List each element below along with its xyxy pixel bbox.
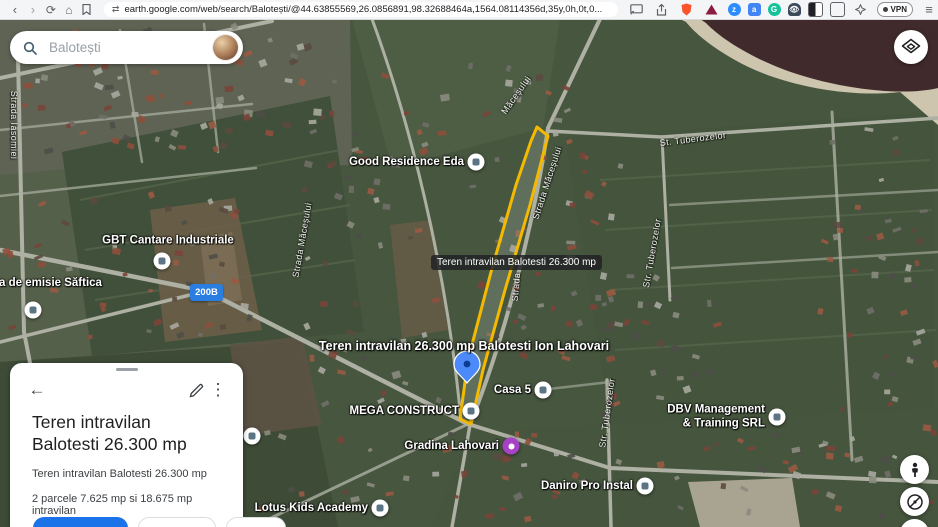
- search-icon: [23, 41, 37, 55]
- earth-search-bar[interactable]: [10, 31, 243, 64]
- site-info-icon[interactable]: ⇄: [112, 4, 120, 15]
- home-icon[interactable]: ⌂: [60, 2, 78, 17]
- translate-extension-icon[interactable]: a: [747, 3, 761, 16]
- forward-icon[interactable]: ›: [24, 2, 42, 17]
- url-bar[interactable]: ⇄ earth.google.com/web/search/Balotești/…: [103, 2, 618, 17]
- business-icon: [472, 158, 480, 166]
- search-input[interactable]: [47, 39, 213, 56]
- drag-handle[interactable]: [115, 368, 138, 371]
- bookmark-icon[interactable]: [78, 2, 96, 17]
- secondary-action-button[interactable]: [138, 517, 216, 527]
- primary-action-button[interactable]: [33, 517, 128, 527]
- avatar[interactable]: [213, 35, 238, 60]
- map-style-button[interactable]: [894, 30, 928, 64]
- poi-marker[interactable]: [371, 499, 389, 517]
- compass-button[interactable]: [900, 487, 929, 516]
- poi-marker[interactable]: [467, 153, 485, 171]
- more-options-button[interactable]: ⋮: [207, 379, 229, 401]
- poi-marker[interactable]: [768, 408, 786, 426]
- compass-disabled-icon: [906, 493, 924, 511]
- place-details: 2 parcele 7.625 mp si 18.675 mp intravil…: [32, 493, 193, 518]
- business-icon: [248, 432, 256, 440]
- business-icon: [467, 407, 475, 415]
- poi-marker[interactable]: [24, 301, 42, 319]
- business-icon: [158, 257, 166, 265]
- menu-icon[interactable]: ≡: [920, 2, 938, 17]
- poi-marker[interactable]: [153, 252, 171, 270]
- grammarly-extension-icon[interactable]: G: [767, 3, 781, 16]
- reload-icon[interactable]: ⟳: [42, 2, 60, 17]
- business-icon: [539, 386, 547, 394]
- business-icon: [641, 482, 649, 490]
- business-icon: [29, 306, 37, 314]
- poi-marker[interactable]: [243, 427, 261, 445]
- triangle-extension-icon[interactable]: [703, 2, 721, 17]
- business-icon: [773, 413, 781, 421]
- spark-extension-icon[interactable]: [852, 2, 870, 17]
- place-title: Teren intravilan Balotesti 26.300 mp: [32, 412, 187, 455]
- ghostery-extension-icon[interactable]: 👁: [787, 3, 801, 16]
- tertiary-action-button[interactable]: [226, 517, 286, 527]
- lodging-icon: [508, 443, 514, 449]
- poi-marker[interactable]: [534, 381, 552, 399]
- poi-marker[interactable]: [502, 437, 520, 455]
- business-icon: [376, 504, 384, 512]
- browser-toolbar: ‹ › ⟳ ⌂ ⇄ earth.google.com/web/search/Ba…: [0, 0, 938, 20]
- brave-shield-icon[interactable]: [678, 2, 696, 17]
- url-text: earth.google.com/web/search/Balotești/@4…: [124, 4, 603, 15]
- wallet-extension-icon[interactable]: [829, 2, 845, 17]
- pegman-button[interactable]: [900, 455, 929, 484]
- place-description: Teren intravilan Balotesti 26.300 mp: [32, 468, 207, 481]
- share-icon[interactable]: [653, 2, 671, 17]
- google-earth-window: Teren intravilan Balotesti 26.300 mp Ter…: [0, 0, 938, 527]
- vpn-status-dot: [882, 7, 888, 12]
- back-icon[interactable]: ‹: [6, 2, 24, 17]
- darkreader-extension-icon[interactable]: [807, 2, 823, 17]
- place-details-panel: ← ⋮ Teren intravilan Balotesti 26.300 mp…: [10, 363, 286, 527]
- layers-icon: [901, 38, 921, 56]
- cast-icon[interactable]: [628, 2, 646, 17]
- zoom-extension-icon[interactable]: z: [727, 3, 741, 16]
- edit-button[interactable]: [185, 379, 207, 401]
- vpn-label: VPN: [890, 5, 907, 14]
- poi-marker[interactable]: [636, 477, 654, 495]
- panel-back-button[interactable]: ←: [26, 379, 48, 401]
- poi-marker[interactable]: [462, 402, 480, 420]
- pegman-icon: [908, 462, 922, 478]
- vpn-button[interactable]: VPN: [876, 2, 913, 17]
